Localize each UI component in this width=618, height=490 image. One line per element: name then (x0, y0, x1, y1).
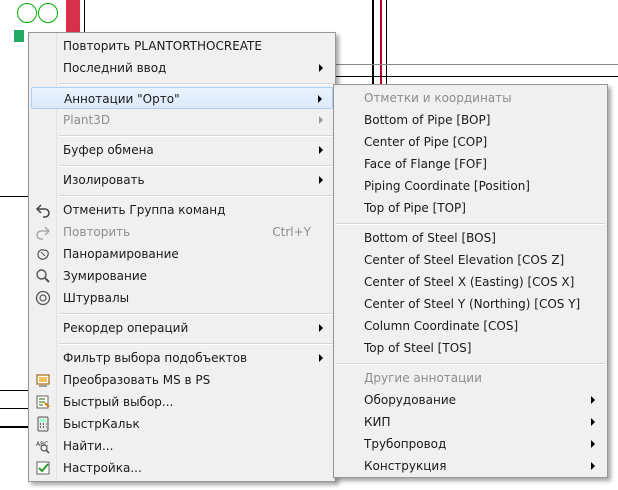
submenu-item-cos-z[interactable]: Center of Steel Elevation [COS Z] (336, 249, 605, 271)
menu-item-ortho-annotations[interactable]: Аннотации "Орто" (31, 87, 333, 109)
menu-item-label: Зумирование (63, 269, 148, 283)
drawing-pipe-red (66, 0, 80, 32)
submenu-arrow-icon (319, 176, 323, 184)
ortho-annotations-submenu: Отметки и координаты Bottom of Pipe [BOP… (333, 84, 608, 478)
drawing-line (0, 390, 30, 391)
redo-icon (36, 226, 51, 240)
drawing-line (0, 196, 30, 197)
menu-item-label: БыстрКальк (63, 417, 140, 431)
menu-item-pan[interactable]: Панорамирование (31, 243, 333, 265)
menu-item-redo[interactable]: Повторить Ctrl+Y (31, 221, 333, 243)
menu-item-quick-select[interactable]: Быстрый выбор... (31, 391, 333, 413)
submenu-arrow-icon (591, 462, 595, 470)
menu-item-quickcalc[interactable]: БыстрКальк (31, 413, 333, 435)
menu-separator (59, 343, 333, 345)
menu-item-options[interactable]: Настройка... (31, 457, 333, 479)
zoom-icon (36, 269, 50, 283)
menu-item-find[interactable]: ABC Найти... (31, 435, 333, 457)
submenu-item-bop[interactable]: Bottom of Pipe [BOP] (336, 109, 605, 131)
submenu-arrow-icon (319, 146, 323, 154)
menu-separator (59, 195, 333, 197)
submenu-arrow-icon (318, 95, 322, 103)
menu-item-label: Быстрый выбор... (63, 395, 174, 409)
submenu-separator (336, 223, 605, 225)
submenu-item-equipment[interactable]: Оборудование (336, 389, 605, 411)
submenu-arrow-icon (319, 64, 323, 72)
submenu-arrow-icon (591, 418, 595, 426)
drawing-line (334, 64, 618, 65)
menu-item-label: Отменить Группа команд (63, 203, 226, 217)
submenu-item-position[interactable]: Piping Coordinate [Position] (336, 175, 605, 197)
menu-item-label: Повторить PLANTORTHOCREATE (63, 39, 262, 53)
steering-wheel-icon (35, 290, 51, 306)
menu-item-action-recorder[interactable]: Рекордер операций (31, 317, 333, 339)
submenu-item-column-coordinate[interactable]: Column Coordinate [COS] (336, 315, 605, 337)
submenu-header-other: Другие аннотации (364, 371, 482, 385)
menu-item-recent-input[interactable]: Последний ввод (31, 57, 333, 79)
menu-item-undo[interactable]: Отменить Группа команд (31, 199, 333, 221)
convert-space-icon (36, 374, 50, 387)
menu-item-label: Аннотации "Орто" (64, 92, 180, 106)
menu-item-clipboard[interactable]: Буфер обмена (31, 139, 333, 161)
submenu-item-bos[interactable]: Bottom of Steel [BOS] (336, 227, 605, 249)
menu-separator (59, 83, 333, 85)
submenu-item-piping[interactable]: Трубопровод (336, 433, 605, 455)
submenu-arrow-icon (591, 440, 595, 448)
menu-item-shortcut: Ctrl+Y (272, 225, 311, 239)
menu-item-convert-ms-ps[interactable]: Преобразовать MS в PS (31, 369, 333, 391)
menu-item-isolate[interactable]: Изолировать (31, 169, 333, 191)
menu-item-plant3d[interactable]: Plant3D (31, 109, 333, 131)
menu-item-repeat-command[interactable]: Повторить PLANTORTHOCREATE (31, 35, 333, 57)
menu-item-label: Фильтр выбора подобъектов (63, 351, 248, 365)
checkmark-options-icon (36, 461, 50, 475)
drawing-line (84, 0, 85, 32)
submenu-item-cos-x[interactable]: Center of Steel X (Easting) [COS X] (336, 271, 605, 293)
menu-item-label: Штурвалы (63, 291, 130, 305)
drawing-line (0, 408, 30, 409)
menu-item-label: Панорамирование (63, 247, 179, 261)
submenu-item-fof[interactable]: Face of Flange [FOF] (336, 153, 605, 175)
submenu-header-elevations: Отметки и координаты (364, 91, 512, 105)
submenu-item-structure[interactable]: Конструкция (336, 455, 605, 477)
calculator-icon (37, 416, 49, 432)
submenu-separator (336, 363, 605, 365)
quick-select-icon (36, 395, 50, 409)
menu-item-label: Повторить (63, 225, 131, 239)
drawing-symbol (14, 30, 24, 42)
drawing-circle-1 (17, 3, 37, 23)
submenu-item-cop[interactable]: Center of Pipe [COP] (336, 131, 605, 153)
submenu-item-instruments[interactable]: КИП (336, 411, 605, 433)
drawing-line (0, 426, 30, 428)
menu-item-label: Изолировать (63, 173, 145, 187)
menu-item-subobject-filter[interactable]: Фильтр выбора подобъектов (31, 347, 333, 369)
menu-item-label: Plant3D (63, 113, 111, 127)
menu-item-label: Последний ввод (63, 61, 167, 75)
submenu-item-top[interactable]: Top of Pipe [TOP] (336, 197, 605, 219)
submenu-arrow-icon (319, 116, 323, 124)
find-text-icon: ABC (36, 441, 50, 454)
drawing-line (386, 0, 387, 85)
submenu-arrow-icon (591, 396, 595, 404)
submenu-item-cos-y[interactable]: Center of Steel Y (Northing) [COS Y] (336, 293, 605, 315)
menu-item-label: Буфер обмена (63, 143, 154, 157)
pan-hand-icon (37, 249, 49, 260)
menu-separator (59, 165, 333, 167)
menu-separator (59, 313, 333, 315)
menu-item-label: Преобразовать MS в PS (63, 373, 211, 387)
context-menu: Повторить PLANTORTHOCREATE Последний вво… (28, 32, 336, 482)
submenu-arrow-icon (319, 324, 323, 332)
drawing-line (372, 0, 374, 85)
menu-item-label: Настройка... (63, 461, 142, 475)
menu-separator (59, 135, 333, 137)
drawing-line (334, 76, 618, 77)
menu-item-label: Найти... (63, 439, 114, 453)
menu-item-steering-wheels[interactable]: Штурвалы (31, 287, 333, 309)
submenu-item-tos[interactable]: Top of Steel [TOS] (336, 337, 605, 359)
submenu-arrow-icon (319, 354, 323, 362)
menu-item-zoom[interactable]: Зумирование (31, 265, 333, 287)
menu-item-label: Рекордер операций (63, 321, 189, 335)
drawing-circle-2 (38, 3, 58, 23)
undo-icon (35, 204, 50, 218)
drawing-line (380, 0, 382, 85)
